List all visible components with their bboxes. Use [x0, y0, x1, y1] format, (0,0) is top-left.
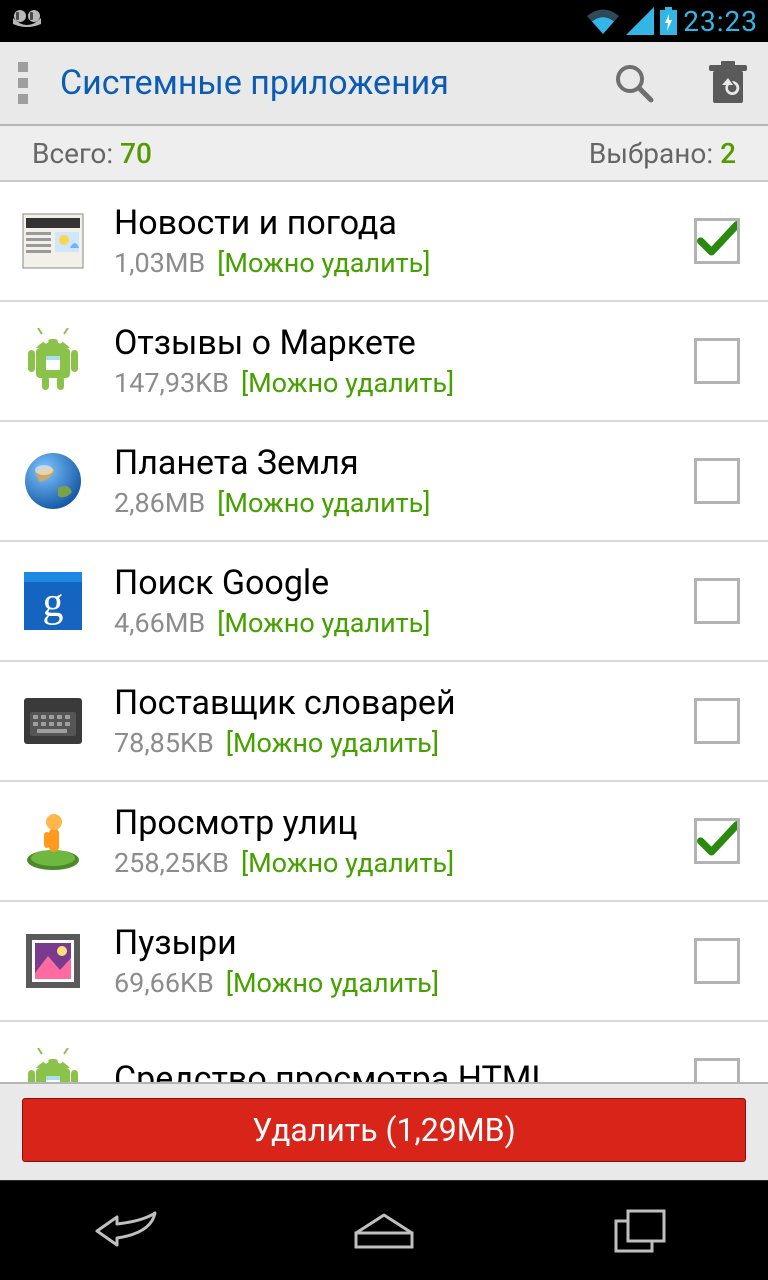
status-time: 23:23 — [683, 5, 758, 38]
selected-value: 2 — [720, 137, 736, 170]
back-button[interactable] — [68, 1201, 188, 1261]
app-name: Просмотр улиц — [114, 803, 694, 843]
app-checkbox[interactable] — [694, 338, 740, 384]
app-hint: [Можно удалить] — [217, 487, 430, 519]
app-checkbox[interactable] — [694, 578, 740, 624]
app-size: 78,85KB — [114, 727, 214, 759]
app-row[interactable]: Планета Земля 2,86MB [Можно удалить] — [0, 422, 768, 542]
app-subtitle: 258,25KB [Можно удалить] — [114, 847, 694, 879]
recent-button[interactable] — [580, 1201, 700, 1261]
app-hint: [Можно удалить] — [241, 367, 454, 399]
app-subtitle: 2,86MB [Можно удалить] — [114, 487, 694, 519]
signal-icon — [626, 7, 654, 35]
app-row[interactable]: Просмотр улиц 258,25KB [Можно удалить] — [0, 782, 768, 902]
search-icon[interactable] — [612, 61, 656, 105]
app-icon — [18, 446, 88, 516]
app-subtitle: 147,93KB [Можно удалить] — [114, 367, 694, 399]
navigation-bar — [0, 1180, 768, 1280]
app-text: Поставщик словарей 78,85KB [Можно удалить] — [114, 683, 694, 759]
app-row[interactable]: Отзывы о Маркете 147,93KB [Можно удалить] — [0, 302, 768, 422]
app-checkbox[interactable] — [694, 818, 740, 864]
app-size: 69,66KB — [114, 967, 214, 999]
app-text: Просмотр улиц 258,25KB [Можно удалить] — [114, 803, 694, 879]
notification-icon — [10, 7, 50, 35]
app-text: Отзывы о Маркете 147,93KB [Можно удалить] — [114, 323, 694, 399]
app-name: Отзывы о Маркете — [114, 323, 694, 363]
app-row[interactable]: g Поиск Google 4,66MB [Можно удалить] — [0, 542, 768, 662]
app-name: Пузыри — [114, 923, 694, 963]
summary-bar: Всего: 70 Выбрано: 2 — [0, 126, 768, 182]
app-checkbox[interactable] — [694, 218, 740, 264]
status-bar: 23:23 — [0, 0, 768, 42]
app-size: 258,25KB — [114, 847, 229, 879]
app-row[interactable]: Средство просмотра HTML — [0, 1022, 768, 1082]
selected-label: Выбрано: — [589, 137, 713, 170]
app-size: 1,03MB — [114, 247, 205, 279]
app-text: Планета Земля 2,86MB [Можно удалить] — [114, 443, 694, 519]
app-icon — [18, 206, 88, 276]
app-icon: g — [18, 566, 88, 636]
app-size: 2,86MB — [114, 487, 205, 519]
app-checkbox[interactable] — [694, 698, 740, 744]
total-value: 70 — [120, 137, 152, 170]
app-row[interactable]: Пузыри 69,66KB [Можно удалить] — [0, 902, 768, 1022]
app-text: Новости и погода 1,03MB [Можно удалить] — [114, 203, 694, 279]
total-label: Всего: — [32, 137, 113, 170]
app-hint: [Можно удалить] — [217, 247, 430, 279]
home-button[interactable] — [324, 1201, 444, 1261]
app-subtitle: 78,85KB [Можно удалить] — [114, 727, 694, 759]
app-name: Поиск Google — [114, 563, 694, 603]
app-name: Средство просмотра HTML — [114, 1059, 694, 1082]
app-hint: [Можно удалить] — [226, 727, 439, 759]
app-icon — [18, 926, 88, 996]
app-checkbox[interactable] — [694, 1058, 740, 1082]
app-icon — [18, 806, 88, 876]
page-title: Системные приложения — [60, 63, 612, 103]
action-bar: Системные приложения — [0, 42, 768, 126]
app-list[interactable]: Новости и погода1,03MB[Можно удалить]Отз… — [0, 182, 768, 1082]
app-size: 147,93KB — [114, 367, 229, 399]
app-subtitle: 69,66KB [Можно удалить] — [114, 967, 694, 999]
app-name: Поставщик словарей — [114, 683, 694, 723]
app-icon — [18, 326, 88, 396]
delete-button[interactable]: Удалить (1,29MB) — [22, 1098, 746, 1162]
app-hint: [Можно удалить] — [241, 847, 454, 879]
trash-icon[interactable] — [706, 61, 750, 105]
app-icon — [18, 686, 88, 756]
menu-icon[interactable] — [18, 62, 32, 104]
delete-bar: Удалить (1,29MB) — [0, 1082, 768, 1180]
app-row[interactable]: Поставщик словарей 78,85KB [Можно удалить] — [0, 662, 768, 782]
app-name: Планета Земля — [114, 443, 694, 483]
app-name: Новости и погода — [114, 203, 694, 243]
app-text: Пузыри 69,66KB [Можно удалить] — [114, 923, 694, 999]
app-size: 4,66MB — [114, 607, 205, 639]
app-icon — [18, 1046, 88, 1082]
app-hint: [Можно удалить] — [217, 607, 430, 639]
app-subtitle: 4,66MB [Можно удалить] — [114, 607, 694, 639]
app-checkbox[interactable] — [694, 938, 740, 984]
app-row[interactable]: Новости и погода 1,03MB [Можно удалить] — [0, 182, 768, 302]
app-checkbox[interactable] — [694, 458, 740, 504]
svg-text:g: g — [43, 580, 64, 626]
app-text: Поиск Google 4,66MB [Можно удалить] — [114, 563, 694, 639]
battery-icon — [660, 7, 677, 35]
app-text: Средство просмотра HTML — [114, 1059, 694, 1082]
app-hint: [Можно удалить] — [226, 967, 439, 999]
app-subtitle: 1,03MB [Можно удалить] — [114, 247, 694, 279]
wifi-icon — [586, 7, 620, 35]
